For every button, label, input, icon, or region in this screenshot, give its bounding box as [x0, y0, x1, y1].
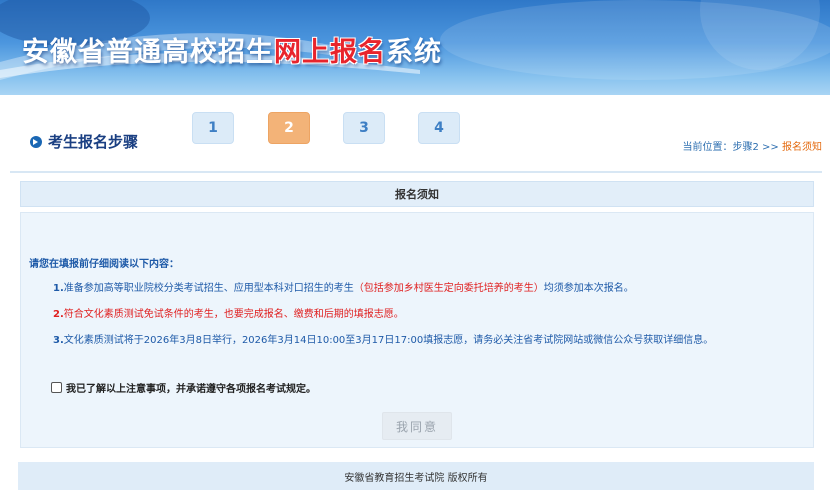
notice-item-2: 2.符合文化素质测试免试条件的考生，也要完成报名、缴费和后期的填报志愿。 [53, 309, 404, 320]
notice-header: 报名须知 [20, 181, 814, 207]
steps-heading: 考生报名步骤 [30, 131, 138, 152]
breadcrumb: 当前位置：步骤2 >> 报名须知 [683, 138, 822, 153]
notice-content: 请您在填报前仔细阅读以下内容： 1.准备参加高等职业院校分类考试招生、应用型本科… [20, 212, 814, 448]
breadcrumb-prefix: 当前位置：步骤2 >> [682, 142, 782, 153]
header-banner: 安徽省普通高校招生网上报名系统 [0, 0, 830, 95]
step-4: 4 [418, 112, 460, 144]
steps-bar: 考生报名步骤 1 2 3 4 当前位置：步骤2 >> 报名须知 [20, 108, 822, 170]
arrow-bullet-icon [30, 135, 42, 148]
agree-button[interactable]: 我同意 [382, 412, 452, 440]
steps-title: 考生报名步骤 [48, 133, 139, 151]
step-1: 1 [192, 112, 234, 144]
step-3: 3 [343, 112, 385, 144]
divider [10, 171, 822, 173]
footer: 安徽省教育招生考试院 版权所有 [18, 462, 814, 490]
notice-item-3: 3.文化素质测试将于2026年3月8日举行，2026年3月14日10:00至3月… [53, 335, 714, 346]
step-2-active: 2 [268, 112, 310, 144]
system-title: 安徽省普通高校招生网上报名系统 [22, 37, 442, 68]
notice-item-1: 1.准备参加高等职业院校分类考试招生、应用型本科对口招生的考生（包括参加乡村医生… [53, 283, 634, 294]
agree-label[interactable]: 我已了解以上注意事项，并承诺遵守各项报名考试规定。 [66, 380, 316, 395]
agree-checkbox[interactable] [51, 382, 62, 393]
notice-item-1-highlight: （包括参加乡村医生定向委托培养的考生） [353, 283, 544, 294]
title-highlight: 网上报名 [274, 37, 386, 68]
notice-intro: 请您在填报前仔细阅读以下内容： [29, 259, 179, 270]
agree-row[interactable]: 我已了解以上注意事项，并承诺遵守各项报名考试规定。 [51, 380, 316, 395]
breadcrumb-current: 报名须知 [782, 142, 822, 153]
